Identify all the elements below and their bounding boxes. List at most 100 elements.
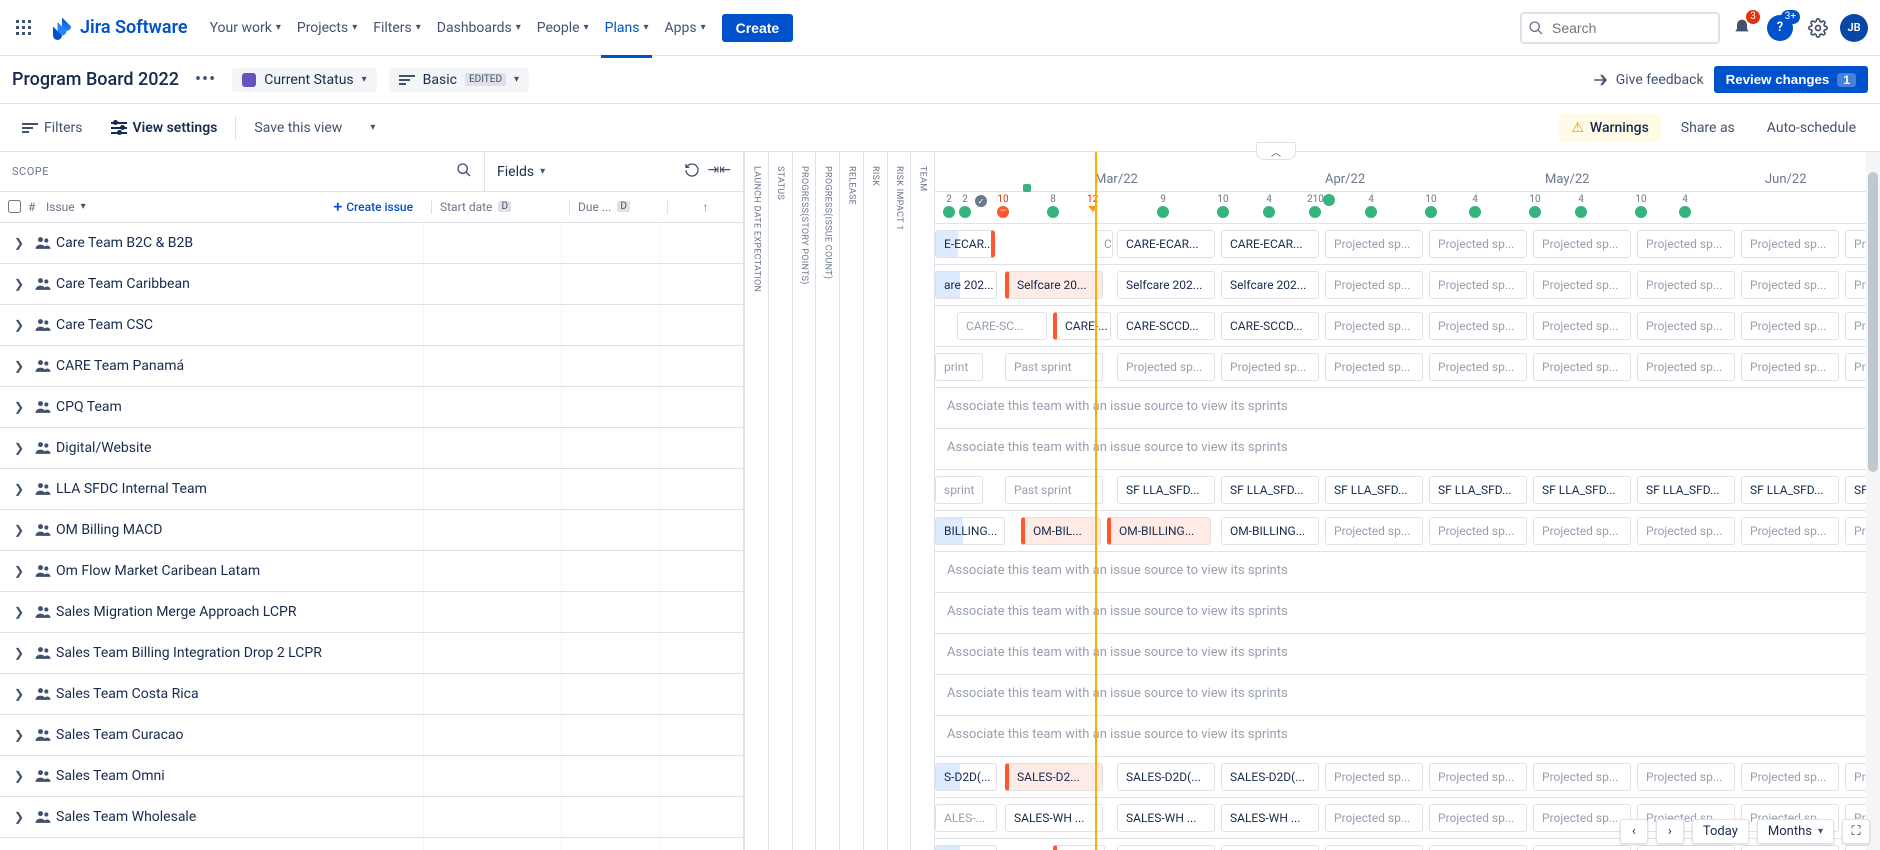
expand-icon[interactable]: ❯ [8,523,30,537]
select-all-checkbox[interactable] [8,200,21,213]
team-row[interactable]: ❯Om Flow Market Caribean Latam [0,551,743,592]
sprint-cell[interactable]: Projected sp... [1429,517,1527,545]
sprint-cell[interactable]: Projected sp... [1429,804,1527,832]
sprint-cell[interactable]: Projected sp... [1741,763,1839,791]
sprint-cell[interactable]: SF LLA_SFD... [1117,476,1215,504]
sprint-cell[interactable]: Selfcare 202... [1221,271,1319,299]
sprint-cell[interactable]: CARE-SCCD... [1221,312,1319,340]
expand-icon[interactable]: ❯ [8,359,30,373]
release-marker[interactable]: 9 [1157,194,1169,218]
sprint-cell[interactable]: CARE-SC... [957,312,1047,340]
expand-icon[interactable]: ❯ [8,687,30,701]
sprint-cell[interactable]: Projected sp... [1325,353,1423,381]
team-row[interactable]: ❯Sales Team Omni [0,756,743,797]
sprint-cell[interactable]: Projected sp... [1533,804,1631,832]
release-marker[interactable]: 10 [1217,194,1229,218]
notifications-icon[interactable]: 3 [1726,12,1758,44]
release-marker[interactable]: 2 [959,194,971,218]
filters-button[interactable]: Filters [12,114,93,142]
release-marker[interactable]: 4 [1469,194,1481,218]
sprint-cell[interactable]: C [1095,230,1113,258]
sprint-cell[interactable]: SF LLA_SFD... [1221,476,1319,504]
review-changes-button[interactable]: Review changes 1 [1714,66,1868,93]
col-due-date[interactable]: Due ...D [569,200,667,214]
team-row[interactable]: ❯Digital/Website [0,428,743,469]
release-marker[interactable]: 4 [1575,194,1587,218]
col-hash[interactable]: # [28,200,46,214]
field-col[interactable]: RISK [864,152,888,850]
release-marker[interactable] [1323,194,1335,206]
expand-icon[interactable]: ❯ [8,400,30,414]
sprint-cell[interactable]: CARE-SCCD... [1117,312,1215,340]
sprint-cell[interactable]: SF LLA_SFD... [1533,476,1631,504]
release-marker[interactable]: 4 [1365,194,1377,218]
release-marker[interactable]: 4 [1263,194,1275,218]
team-row[interactable]: ❯Sales Team Billing Integration Drop 2 L… [0,633,743,674]
timeline[interactable]: Mar/22Apr/22May/22Jun/22 2210–8129104210… [935,152,1880,850]
team-row[interactable]: ❯Sales Team Costa Rica [0,674,743,715]
field-col[interactable]: RISK IMPACT 1 [888,152,912,850]
sprint-cell[interactable]: Projected sp... [1741,271,1839,299]
timeline-prev-button[interactable]: ‹ [1620,819,1648,844]
sprint-cell[interactable]: Projected sp... [1741,517,1839,545]
sprint-cell[interactable]: Projected sp... [1429,763,1527,791]
sprint-cell[interactable]: SALES-WH ... [1117,804,1215,832]
sprint-cell[interactable]: BILLING... [935,517,1005,545]
sprint-cell[interactable]: Projected sp... [1429,271,1527,299]
nav-dashboards[interactable]: Dashboards▾ [429,14,529,42]
sprint-cell[interactable]: SALES-D2... [1005,763,1103,791]
mode-selector[interactable]: Basic EDITED ▾ [389,68,529,92]
give-feedback-button[interactable]: Give feedback [1592,71,1704,89]
undo-icon[interactable] [684,162,700,182]
sprint-cell[interactable]: Projected sp... [1741,845,1839,850]
team-row[interactable]: ❯CARE Team Panamá [0,346,743,387]
sprint-cell[interactable]: SALES-WH ... [1005,804,1103,832]
expand-icon[interactable]: ❯ [8,482,30,496]
user-avatar[interactable]: JB [1840,14,1868,42]
sprint-cell[interactable]: Projected sp... [1117,353,1215,381]
expand-icon[interactable]: ❯ [8,605,30,619]
auto-schedule-button[interactable]: Auto-schedule [1755,114,1868,142]
field-col[interactable]: PROGRESS(ISSUE COUNT) [816,152,840,850]
search-box[interactable] [1520,12,1720,44]
sprint-cell[interactable]: CARE-... [1053,312,1111,340]
save-view-dropdown[interactable]: ▾ [360,116,385,139]
sprint-cell[interactable]: Projected sp... [1429,845,1527,850]
team-row[interactable]: ❯Sales Team Wholesale [0,797,743,838]
release-marker[interactable]: 10 [1635,194,1647,218]
sprint-cell[interactable]: Past sprint [1005,476,1103,504]
sprint-cell[interactable]: Projected sp... [1429,353,1527,381]
team-row[interactable]: ❯CPQ Team [0,387,743,428]
release-marker[interactable]: 4 [1679,194,1691,218]
expand-icon[interactable]: ❯ [8,277,30,291]
sprint-cell[interactable]: SF LLA_SFD... [1429,476,1527,504]
team-row[interactable]: ❯Sales Migration Merge Approach LCPR [0,592,743,633]
scope-search-icon[interactable] [456,162,472,181]
collapse-toggle[interactable]: ︿ [1256,142,1296,160]
team-row[interactable]: ❯Sales Team Panamá [0,838,743,850]
sprint-cell[interactable]: SA... [1053,845,1105,850]
sprint-cell[interactable]: SALES-D2D(... [1117,763,1215,791]
save-view-button[interactable]: Save this view [244,114,352,142]
sprint-cell[interactable]: Projected sp... [1533,763,1631,791]
sprint-cell[interactable]: Projected sp... [1429,312,1527,340]
sprint-cell[interactable]: Projected sp... [1325,763,1423,791]
sprint-cell[interactable]: Projected sp... [1637,230,1735,258]
fields-dropdown[interactable]: Fields▾ [497,164,545,180]
expand-icon[interactable]: ❯ [8,318,30,332]
expand-icon[interactable]: ❯ [8,441,30,455]
field-col[interactable]: TEAM [911,152,934,850]
nav-your-work[interactable]: Your work▾ [202,14,289,42]
zoom-dropdown[interactable]: Months▾ [1757,819,1834,844]
create-button[interactable]: Create [722,14,794,42]
search-input[interactable] [1520,12,1720,44]
col-start-date[interactable]: Start dateD [431,200,569,214]
team-row[interactable]: ❯Sales Team Curacao [0,715,743,756]
sprint-cell[interactable]: are 202... [935,271,997,299]
sprint-cell[interactable]: Projected sp... [1741,230,1839,258]
sprint-cell[interactable]: Projected sp... [1533,845,1631,850]
sprint-cell[interactable]: Projected sp... [1533,517,1631,545]
sprint-cell[interactable]: SF LLA_SFD... [1637,476,1735,504]
sprint-cell[interactable]: Projected sp... [1741,312,1839,340]
team-row[interactable]: ❯Care Team CSC [0,305,743,346]
